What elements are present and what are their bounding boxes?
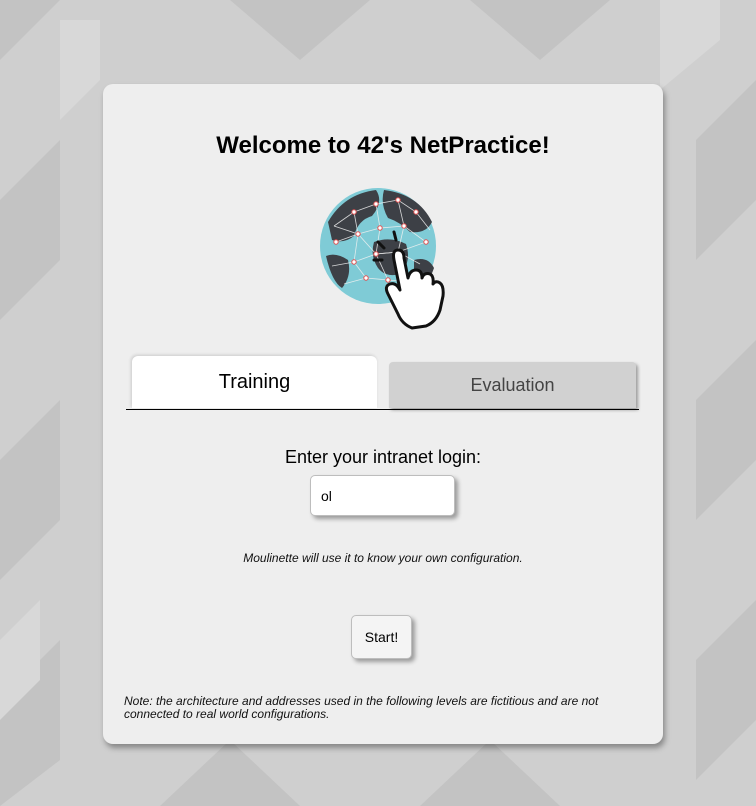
globe-touch-icon: [314, 182, 454, 332]
login-label: Enter your intranet login:: [284, 447, 482, 467]
login-hint: Moulinette will use it to know your own …: [243, 551, 523, 565]
start-button[interactable]: Start!: [351, 615, 412, 659]
login-input[interactable]: [310, 475, 455, 516]
mode-tabs: Training Evaluation: [126, 356, 639, 410]
tabs-divider: [126, 409, 639, 410]
disclaimer-note: Note: the architecture and addresses use…: [124, 694, 599, 721]
page-title: Welcome to 42's NetPractice!: [216, 132, 550, 159]
welcome-card: Welcome to 42's NetPractice! Training Ev…: [103, 84, 663, 744]
tab-evaluation[interactable]: Evaluation: [389, 362, 636, 408]
tab-training[interactable]: Training: [132, 356, 377, 408]
